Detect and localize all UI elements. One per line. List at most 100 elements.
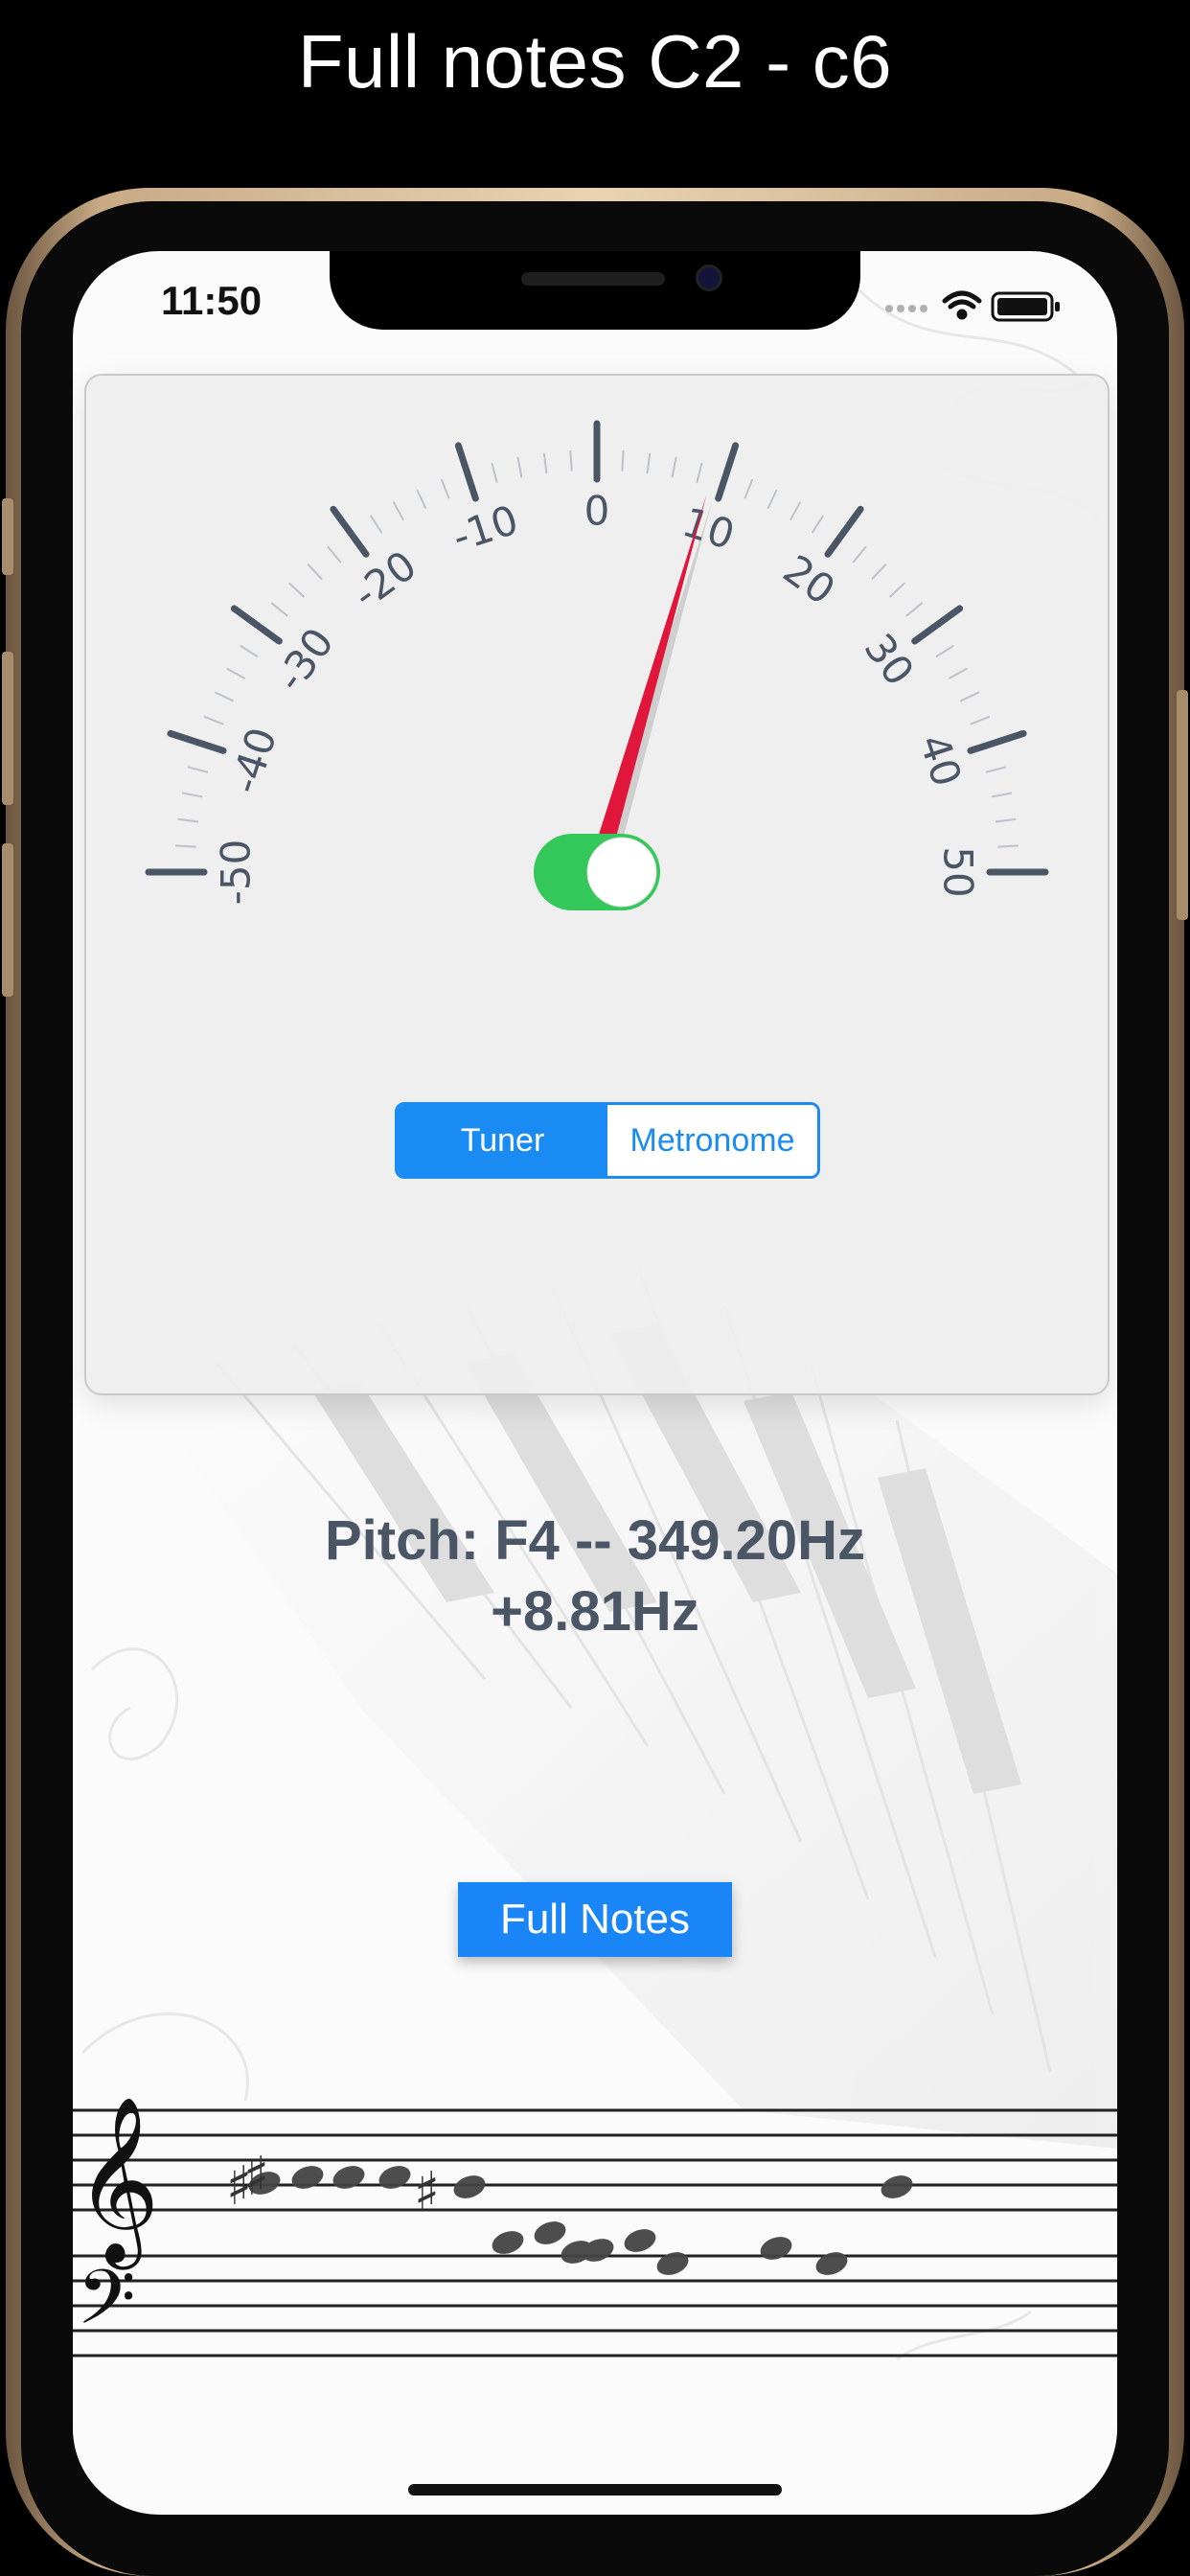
dial-minor-tick	[949, 668, 968, 679]
dial-minor-tick	[491, 462, 498, 484]
signal-icon	[885, 305, 927, 312]
status-icons	[881, 288, 1064, 322]
dial-minor-tick	[970, 716, 991, 725]
phone-screen: 11:50 -50 -40 -30 -20 -10 0 10 20 30 40 50 Tuner M…	[73, 251, 1117, 2515]
dial-major-tick	[824, 505, 864, 558]
dial-minor-tick	[997, 844, 1019, 848]
dial-scale-label: -50	[213, 840, 260, 906]
note-head	[332, 2166, 365, 2189]
dial-minor-tick	[790, 501, 801, 520]
note-head	[656, 2252, 689, 2275]
dial-minor-tick	[187, 766, 209, 773]
full-notes-button[interactable]: Full Notes	[458, 1882, 732, 1957]
dial-major-tick	[330, 505, 370, 558]
tuner-dial: -50-40-30-20-10 0 1020304050	[145, 420, 1049, 910]
dial-scale-label: 0	[584, 488, 610, 535]
volume-up-button	[2, 652, 13, 805]
grand-staff: 𝄞 𝄢 ♯ ♯ ♯	[73, 2096, 1117, 2358]
dial-minor-tick	[621, 449, 625, 472]
dial-minor-tick	[214, 691, 234, 702]
note-head	[582, 2239, 614, 2262]
dial-minor-tick	[696, 462, 703, 484]
note-head	[624, 2229, 656, 2252]
note-head	[815, 2252, 848, 2275]
dial-minor-tick	[812, 515, 824, 534]
dial-scale-label: 20	[775, 545, 844, 613]
dial-minor-tick	[393, 501, 404, 520]
bass-clef-icon: 𝄢	[77, 2253, 136, 2358]
dial-scale-label: -20	[344, 541, 424, 618]
dial-minor-tick	[370, 515, 382, 534]
dial-minor-tick	[288, 582, 305, 598]
sharp-icon: ♯	[414, 2161, 440, 2223]
segment-tuner[interactable]: Tuner	[398, 1105, 607, 1176]
note-head	[492, 2231, 524, 2254]
dial-scale-label: 30	[855, 625, 923, 694]
note-head	[453, 2175, 486, 2198]
dial-minor-tick	[240, 645, 259, 657]
dial-minor-tick	[767, 489, 778, 509]
dial-minor-tick	[174, 844, 196, 848]
dial-major-tick	[230, 605, 283, 645]
dial-major-tick	[454, 442, 479, 502]
dial-minor-tick	[671, 456, 677, 478]
segment-metronome[interactable]: Metronome	[607, 1105, 817, 1176]
mode-segmented-control[interactable]: Tuner Metronome	[395, 1102, 820, 1179]
sharp-icon: ♯	[243, 2146, 269, 2208]
dial-minor-tick	[889, 582, 905, 598]
dial-minor-tick	[991, 792, 1013, 798]
dial-scale-label: -10	[446, 496, 523, 562]
dial-major-tick	[967, 729, 1027, 754]
note-head	[378, 2166, 411, 2189]
dial-minor-tick	[441, 478, 450, 499]
dial-minor-tick	[985, 766, 1007, 773]
dial-minor-tick	[646, 452, 652, 474]
dial-minor-tick	[327, 545, 342, 564]
dial-minor-tick	[181, 792, 203, 798]
front-camera	[696, 264, 722, 291]
note-head	[881, 2175, 913, 2198]
dial-minor-tick	[416, 489, 427, 509]
status-time: 11:50	[161, 278, 263, 323]
dial-minor-tick	[905, 602, 924, 617]
screenshot-caption: Full notes C2 - c6	[297, 19, 893, 104]
pitch-readout: Pitch: F4 -- 349.20Hz	[324, 1509, 866, 1572]
status-icon-row	[885, 290, 1060, 322]
dial-minor-tick	[569, 449, 573, 472]
wifi-icon	[942, 290, 982, 320]
dial-scale-label: -40	[221, 722, 286, 798]
note-head	[534, 2221, 566, 2244]
power-button	[1177, 690, 1188, 920]
dial-scale-label: 50	[935, 846, 982, 897]
dial-minor-tick	[871, 564, 887, 580]
pitch-offset-readout: +8.81Hz	[491, 1580, 699, 1643]
dial-minor-tick	[226, 668, 245, 679]
volume-down-button	[2, 843, 13, 997]
mute-switch	[2, 498, 13, 575]
dial-major-tick	[911, 605, 964, 645]
dial-scale-label: -30	[266, 619, 343, 700]
note-head	[291, 2166, 324, 2189]
dial-minor-tick	[935, 645, 954, 657]
dial-minor-tick	[960, 691, 980, 702]
dial-minor-tick	[307, 564, 323, 580]
toggle-knob	[586, 837, 657, 908]
battery-icon	[991, 291, 1060, 322]
notch	[330, 251, 860, 330]
dial-minor-tick	[542, 452, 548, 474]
dial-scale-label: 10	[677, 498, 741, 559]
dial-minor-tick	[177, 817, 199, 823]
dial-minor-tick	[852, 545, 867, 564]
dial-scale-label: 40	[910, 729, 971, 793]
home-indicator[interactable]	[408, 2484, 782, 2496]
dial-minor-tick	[995, 817, 1017, 823]
dial-minor-tick	[203, 716, 224, 725]
treble-clef-icon: 𝄞	[75, 2096, 160, 2270]
dial-minor-tick	[270, 602, 288, 617]
dial-minor-tick	[744, 478, 753, 499]
dial-minor-tick	[516, 456, 523, 478]
dial-major-tick	[715, 442, 740, 502]
dial-major-tick	[167, 729, 227, 754]
note-head	[760, 2237, 792, 2260]
tuner-panel: -50 -40 -30 -20 -10 0 10 20 30 40 50 Tuner Metrono…	[84, 374, 1110, 1395]
